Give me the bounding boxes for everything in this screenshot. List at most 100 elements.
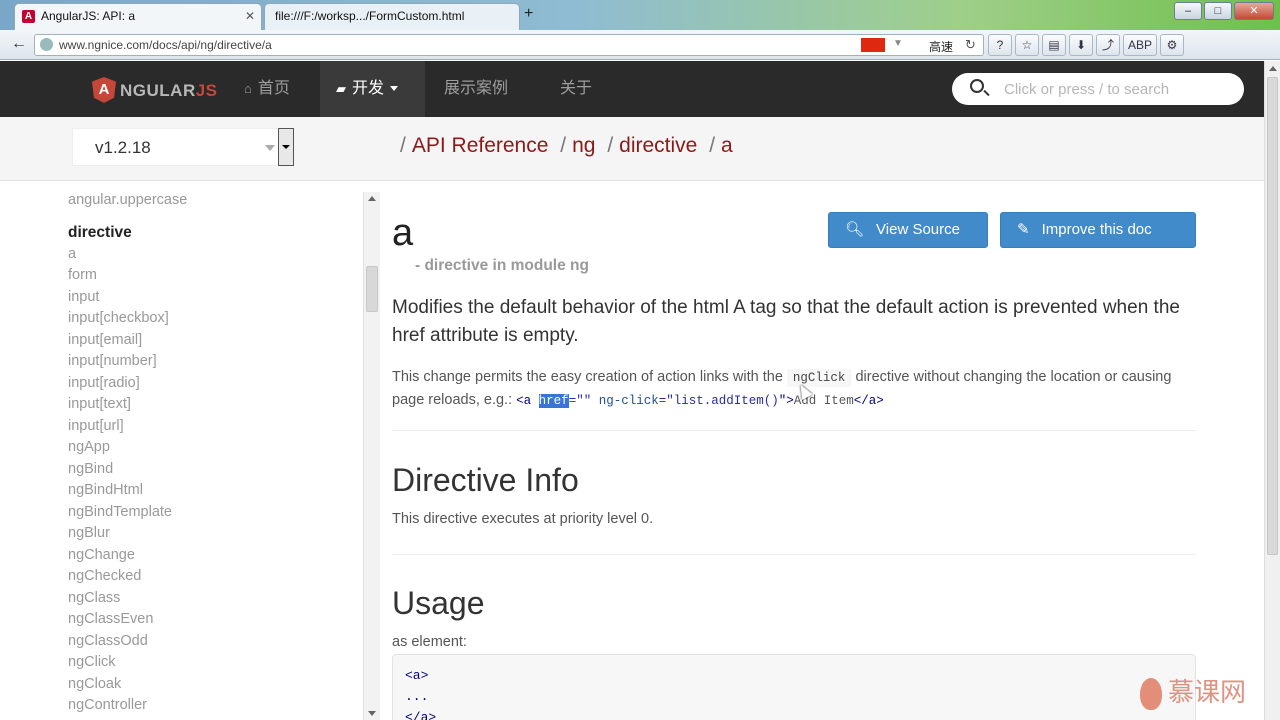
- speed-mode-label[interactable]: 高速: [929, 38, 953, 55]
- chevron-down-icon[interactable]: ▼: [893, 38, 903, 49]
- description-paragraph: This change permits the easy creation of…: [392, 366, 1196, 412]
- minimize-button[interactable]: –: [1174, 2, 1202, 20]
- maximize-button[interactable]: □: [1204, 2, 1232, 20]
- snippet-href-selected: href: [538, 394, 569, 408]
- reload-icon[interactable]: ↻: [965, 37, 976, 53]
- edit-icon: ✎: [1017, 221, 1030, 238]
- star-icon[interactable]: ☆: [1015, 34, 1039, 56]
- scrollbar-thumb[interactable]: [1267, 77, 1278, 555]
- download-icon[interactable]: ⬇: [1069, 34, 1093, 56]
- sidebar-item[interactable]: ngClass: [68, 590, 120, 606]
- browser-toolbar: ? ☆ ▤ ⬇ ⤴ ABP ⚙: [988, 34, 1185, 56]
- scrollbar-thumb[interactable]: [366, 266, 378, 312]
- tab-title: AngularJS: API: a: [41, 9, 136, 23]
- sidebar-item-angular-uppercase[interactable]: angular.uppercase: [68, 192, 187, 208]
- logo-word: NGULAR: [120, 81, 196, 100]
- lead-paragraph: Modifies the default behavior of the htm…: [392, 297, 1180, 346]
- usage-text: as element:: [392, 634, 467, 650]
- search-input[interactable]: [1004, 79, 1234, 99]
- code-line: </a>: [405, 710, 437, 720]
- imooc-watermark: 慕课网: [1140, 672, 1246, 712]
- code-line: ...: [405, 689, 429, 704]
- sidebar-item[interactable]: ngClassOdd: [68, 633, 148, 649]
- page-subtitle: - directive in module ng: [415, 257, 589, 274]
- settings-icon[interactable]: ⚙: [1160, 34, 1185, 56]
- sidebar-item[interactable]: ngBindTemplate: [68, 504, 172, 520]
- caret-down-icon: [390, 86, 399, 92]
- code-line: <a>: [405, 668, 429, 683]
- version-select[interactable]: v1.2.18: [72, 128, 294, 166]
- snippet-text: =": [658, 394, 674, 408]
- sidebar-item[interactable]: input[email]: [68, 332, 142, 348]
- back-button[interactable]: ←: [8, 34, 30, 56]
- logo-wordmark: NGULARJS: [120, 81, 218, 101]
- sidebar-item[interactable]: input[url]: [68, 418, 124, 434]
- usage-heading: Usage: [392, 585, 485, 621]
- tab-title: file:///F:/worksp.../FormCustom.html: [275, 9, 465, 23]
- site-header: A NGULARJS ⌂ 首页 ▰ 开发 展示案例 关于: [0, 61, 1264, 117]
- book-icon: ▰: [336, 81, 346, 96]
- directive-info-text: This directive executes at priority leve…: [392, 511, 654, 527]
- snippet-tag: ">: [778, 394, 794, 408]
- breadcrumb-a[interactable]: a: [721, 134, 733, 157]
- divider: [392, 430, 1196, 431]
- nav-showcase[interactable]: 展示案例: [428, 61, 524, 117]
- share-icon[interactable]: ⤴: [1096, 34, 1120, 56]
- sidebar-item[interactable]: ngClassEven: [68, 611, 153, 627]
- sidebar-item[interactable]: ngController: [68, 697, 147, 713]
- chevron-down-icon: [265, 145, 275, 151]
- view-source-button[interactable]: 🔍︎ View Source: [828, 212, 988, 248]
- sidebar-item[interactable]: ngClick: [68, 654, 116, 670]
- page-scrollbar[interactable]: [1264, 61, 1280, 720]
- tab-angularjs-api[interactable]: A AngularJS: API: a ✕: [14, 3, 262, 30]
- sidebar-item[interactable]: ngChecked: [68, 568, 141, 584]
- adblock-icon[interactable]: ABP: [1123, 34, 1158, 56]
- dropdown-button[interactable]: [278, 128, 294, 166]
- sidebar-item[interactable]: ngChange: [68, 547, 135, 563]
- sidebar-item[interactable]: ngCloak: [68, 676, 121, 692]
- angular-shield-icon: A: [92, 77, 116, 103]
- scroll-up-icon[interactable]: [368, 196, 376, 201]
- snippet-tag: </a>: [853, 394, 884, 408]
- help-icon[interactable]: ?: [988, 34, 1012, 56]
- view-source-label: View Source: [876, 221, 960, 238]
- tab-formcustom[interactable]: file:///F:/worksp.../FormCustom.html: [264, 3, 520, 30]
- sidebar-item[interactable]: ngBlur: [68, 525, 110, 541]
- nav-home[interactable]: ⌂ 首页: [228, 61, 306, 117]
- main-content: a 🔍︎ View Source ✎ Improve this doc - dire…: [392, 182, 1196, 720]
- scroll-down-icon[interactable]: [368, 711, 376, 716]
- sidebar-item[interactable]: input[radio]: [68, 375, 140, 391]
- example-snippet: <a href="" ng-click="list.addItem()">Add…: [516, 394, 884, 408]
- sidebar-item[interactable]: ngBind: [68, 461, 113, 477]
- improve-doc-label: Improve this doc: [1041, 221, 1152, 238]
- nav-develop[interactable]: ▰ 开发: [320, 61, 425, 117]
- snippet-tag: <a: [516, 394, 539, 408]
- snippet-attr: ng-click: [598, 394, 659, 408]
- breadcrumb-api-reference[interactable]: API Reference: [412, 134, 549, 157]
- breadcrumb-directive[interactable]: directive: [619, 134, 697, 157]
- improve-doc-button[interactable]: ✎ Improve this doc: [1000, 212, 1196, 248]
- sidebar-item[interactable]: input[checkbox]: [68, 310, 169, 326]
- sidebar-item[interactable]: a: [68, 246, 76, 262]
- window-controls: – □ ✕: [1174, 2, 1274, 20]
- sidebar-item[interactable]: ngBindHtml: [68, 482, 143, 498]
- reader-icon[interactable]: ▤: [1042, 34, 1066, 56]
- sidebar-item[interactable]: ngApp: [68, 439, 110, 455]
- address-bar[interactable]: www.ngnice.com/docs/api/ng/directive/a ▼…: [34, 34, 984, 56]
- sidebar-item[interactable]: input[number]: [68, 353, 157, 369]
- sidebar-item[interactable]: form: [68, 267, 97, 283]
- sidebar-item[interactable]: input: [68, 289, 99, 305]
- logo-word-accent: JS: [195, 81, 218, 100]
- sidebar-item[interactable]: input[text]: [68, 396, 131, 412]
- flame-logo-icon: [1140, 678, 1162, 711]
- nav-home-label: 首页: [257, 80, 290, 97]
- breadcrumb-ng[interactable]: ng: [572, 134, 595, 157]
- close-window-button[interactable]: ✕: [1234, 2, 1274, 20]
- browser-tab-bar: A AngularJS: API: a ✕ file:///F:/worksp.…: [0, 0, 1280, 30]
- nav-about[interactable]: 关于: [544, 61, 608, 117]
- sidebar-heading-directive[interactable]: directive: [68, 224, 132, 242]
- close-tab-icon[interactable]: ✕: [245, 4, 255, 28]
- scroll-up-icon[interactable]: [1269, 66, 1277, 71]
- new-tab-button[interactable]: +: [524, 5, 533, 23]
- sidebar-scrollbar[interactable]: [363, 192, 380, 720]
